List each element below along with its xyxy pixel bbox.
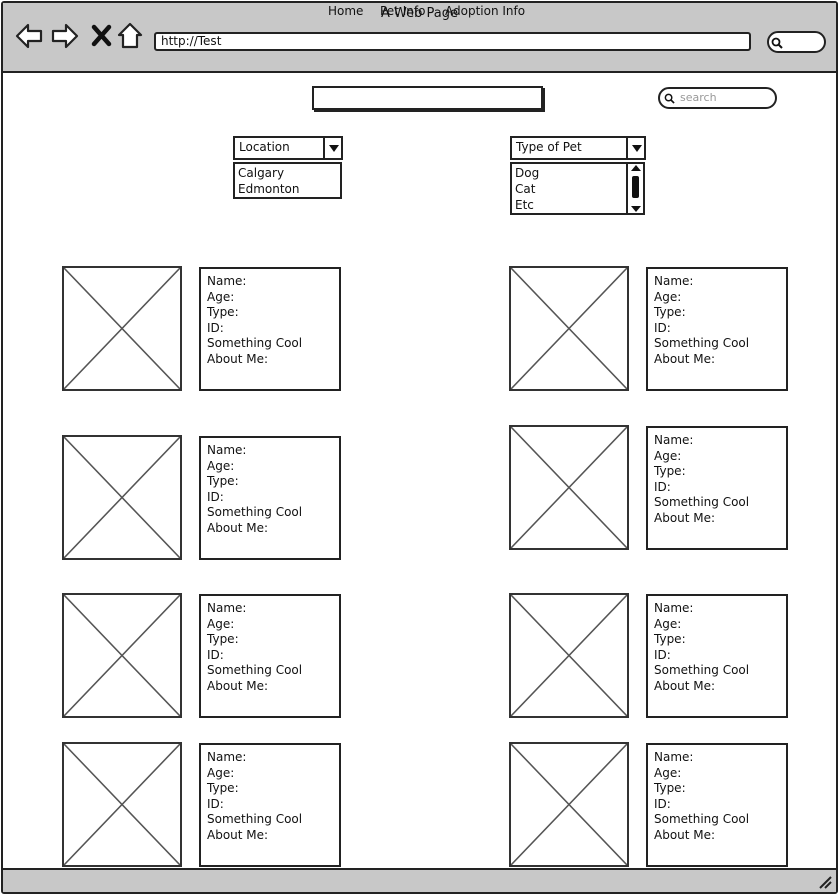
pet-about-me-field: About Me: [654, 351, 716, 366]
pet-id-field: ID: [207, 489, 224, 504]
forward-arrow-icon[interactable] [51, 22, 79, 50]
top-navigation [312, 86, 543, 110]
location-options-list: Calgary Edmonton [233, 162, 342, 199]
pet-something-cool-field: Something Cool [654, 663, 750, 678]
pet-type-scrollbar[interactable] [626, 162, 645, 215]
pet-photo-placeholder [509, 742, 629, 867]
pet-age-field: Age: [207, 458, 235, 473]
pet-type-option[interactable]: Cat [515, 181, 626, 197]
pet-age-field: Age: [654, 765, 682, 780]
pet-type-dropdown[interactable]: Type of Pet [510, 136, 628, 160]
pet-photo-placeholder [509, 266, 629, 391]
pet-photo-placeholder [62, 435, 182, 560]
pet-id-field: ID: [654, 647, 671, 662]
search-placeholder: search [680, 91, 717, 104]
pet-name-field: Name: [207, 750, 247, 764]
pet-something-cool-field: Something Cool [207, 505, 303, 520]
pet-name-field: Name: [207, 601, 247, 615]
pet-type-option[interactable]: Dog [515, 165, 626, 181]
pet-about-me-field: About Me: [207, 520, 269, 535]
location-option[interactable]: Edmonton [238, 181, 340, 197]
stop-x-icon[interactable] [89, 22, 117, 50]
scroll-down-arrow-icon[interactable] [631, 206, 641, 212]
pet-photo-placeholder [62, 742, 182, 867]
chevron-down-icon [329, 145, 339, 152]
pet-type-option[interactable]: Etc [515, 197, 626, 213]
location-option[interactable]: Calgary [238, 165, 340, 181]
pet-about-me-field: About Me: [654, 678, 716, 693]
pet-age-field: Age: [654, 616, 682, 631]
pet-age-field: Age: [207, 765, 235, 780]
resize-grip-icon[interactable] [818, 875, 832, 889]
pet-type-field: Type: [654, 464, 686, 479]
pet-name-field: Name: [654, 433, 694, 447]
pet-id-field: ID: [207, 320, 224, 335]
home-icon[interactable] [116, 22, 144, 50]
pet-id-field: ID: [654, 320, 671, 335]
pet-name-field: Name: [207, 443, 247, 457]
pet-type-field: Type: [207, 632, 239, 647]
pet-age-field: Age: [654, 289, 682, 304]
pet-name-field: Name: [654, 601, 694, 615]
pet-age-field: Age: [207, 616, 235, 631]
pet-something-cool-field: Something Cool [654, 812, 750, 827]
location-dropdown-button[interactable] [323, 136, 343, 160]
pet-id-field: ID: [207, 647, 224, 662]
pet-about-me-field: About Me: [654, 827, 716, 842]
pet-type-field: Type: [207, 781, 239, 796]
pet-photo-placeholder [62, 593, 182, 718]
nav-pet-info-link[interactable]: Pet Info [380, 4, 425, 18]
nav-adoption-info-link[interactable]: Adoption Info [445, 4, 525, 18]
pet-type-field: Type: [654, 632, 686, 647]
pet-info-card: Name: Age: Type: ID: Something Cool Abou… [199, 743, 341, 867]
nav-home-link[interactable]: Home [328, 4, 363, 18]
chevron-down-icon [632, 145, 642, 152]
pet-photo-placeholder [509, 593, 629, 718]
pet-info-card: Name: Age: Type: ID: Something Cool Abou… [646, 594, 788, 718]
scroll-up-arrow-icon[interactable] [631, 165, 641, 171]
pet-type-dropdown-button[interactable] [626, 136, 646, 160]
pet-photo-placeholder [62, 266, 182, 391]
pet-about-me-field: About Me: [207, 827, 269, 842]
pet-photo-placeholder [509, 425, 629, 550]
pet-name-field: Name: [207, 274, 247, 288]
pet-about-me-field: About Me: [207, 351, 269, 366]
pet-about-me-field: About Me: [654, 510, 716, 525]
pet-type-field: Type: [207, 474, 239, 489]
search-input[interactable] [658, 87, 777, 109]
pet-type-field: Type: [654, 305, 686, 320]
pet-type-field: Type: [207, 305, 239, 320]
search-icon [771, 37, 783, 49]
pet-info-card: Name: Age: Type: ID: Something Cool Abou… [646, 743, 788, 867]
status-bar [3, 868, 836, 892]
pet-something-cool-field: Something Cool [207, 663, 303, 678]
pet-id-field: ID: [207, 796, 224, 811]
pet-name-field: Name: [654, 750, 694, 764]
pet-id-field: ID: [654, 479, 671, 494]
address-bar[interactable]: http://Test [154, 32, 751, 51]
location-dropdown[interactable]: Location [233, 136, 325, 160]
pet-something-cool-field: Something Cool [207, 812, 303, 827]
pet-type-options-list: Dog Cat Etc [510, 162, 628, 215]
pet-something-cool-field: Something Cool [654, 495, 750, 510]
scrollbar-thumb[interactable] [632, 176, 639, 198]
pet-info-card: Name: Age: Type: ID: Something Cool Abou… [199, 436, 341, 560]
pet-age-field: Age: [654, 448, 682, 463]
pet-something-cool-field: Something Cool [207, 336, 303, 351]
pet-about-me-field: About Me: [207, 678, 269, 693]
back-arrow-icon[interactable] [15, 22, 43, 50]
search-icon [664, 93, 675, 104]
pet-info-card: Name: Age: Type: ID: Something Cool Abou… [199, 594, 341, 718]
pet-name-field: Name: [654, 274, 694, 288]
pet-info-card: Name: Age: Type: ID: Something Cool Abou… [646, 267, 788, 391]
pet-something-cool-field: Something Cool [654, 336, 750, 351]
pet-id-field: ID: [654, 796, 671, 811]
pet-info-card: Name: Age: Type: ID: Something Cool Abou… [646, 426, 788, 550]
pet-age-field: Age: [207, 289, 235, 304]
pet-info-card: Name: Age: Type: ID: Something Cool Abou… [199, 267, 341, 391]
pet-type-field: Type: [654, 781, 686, 796]
